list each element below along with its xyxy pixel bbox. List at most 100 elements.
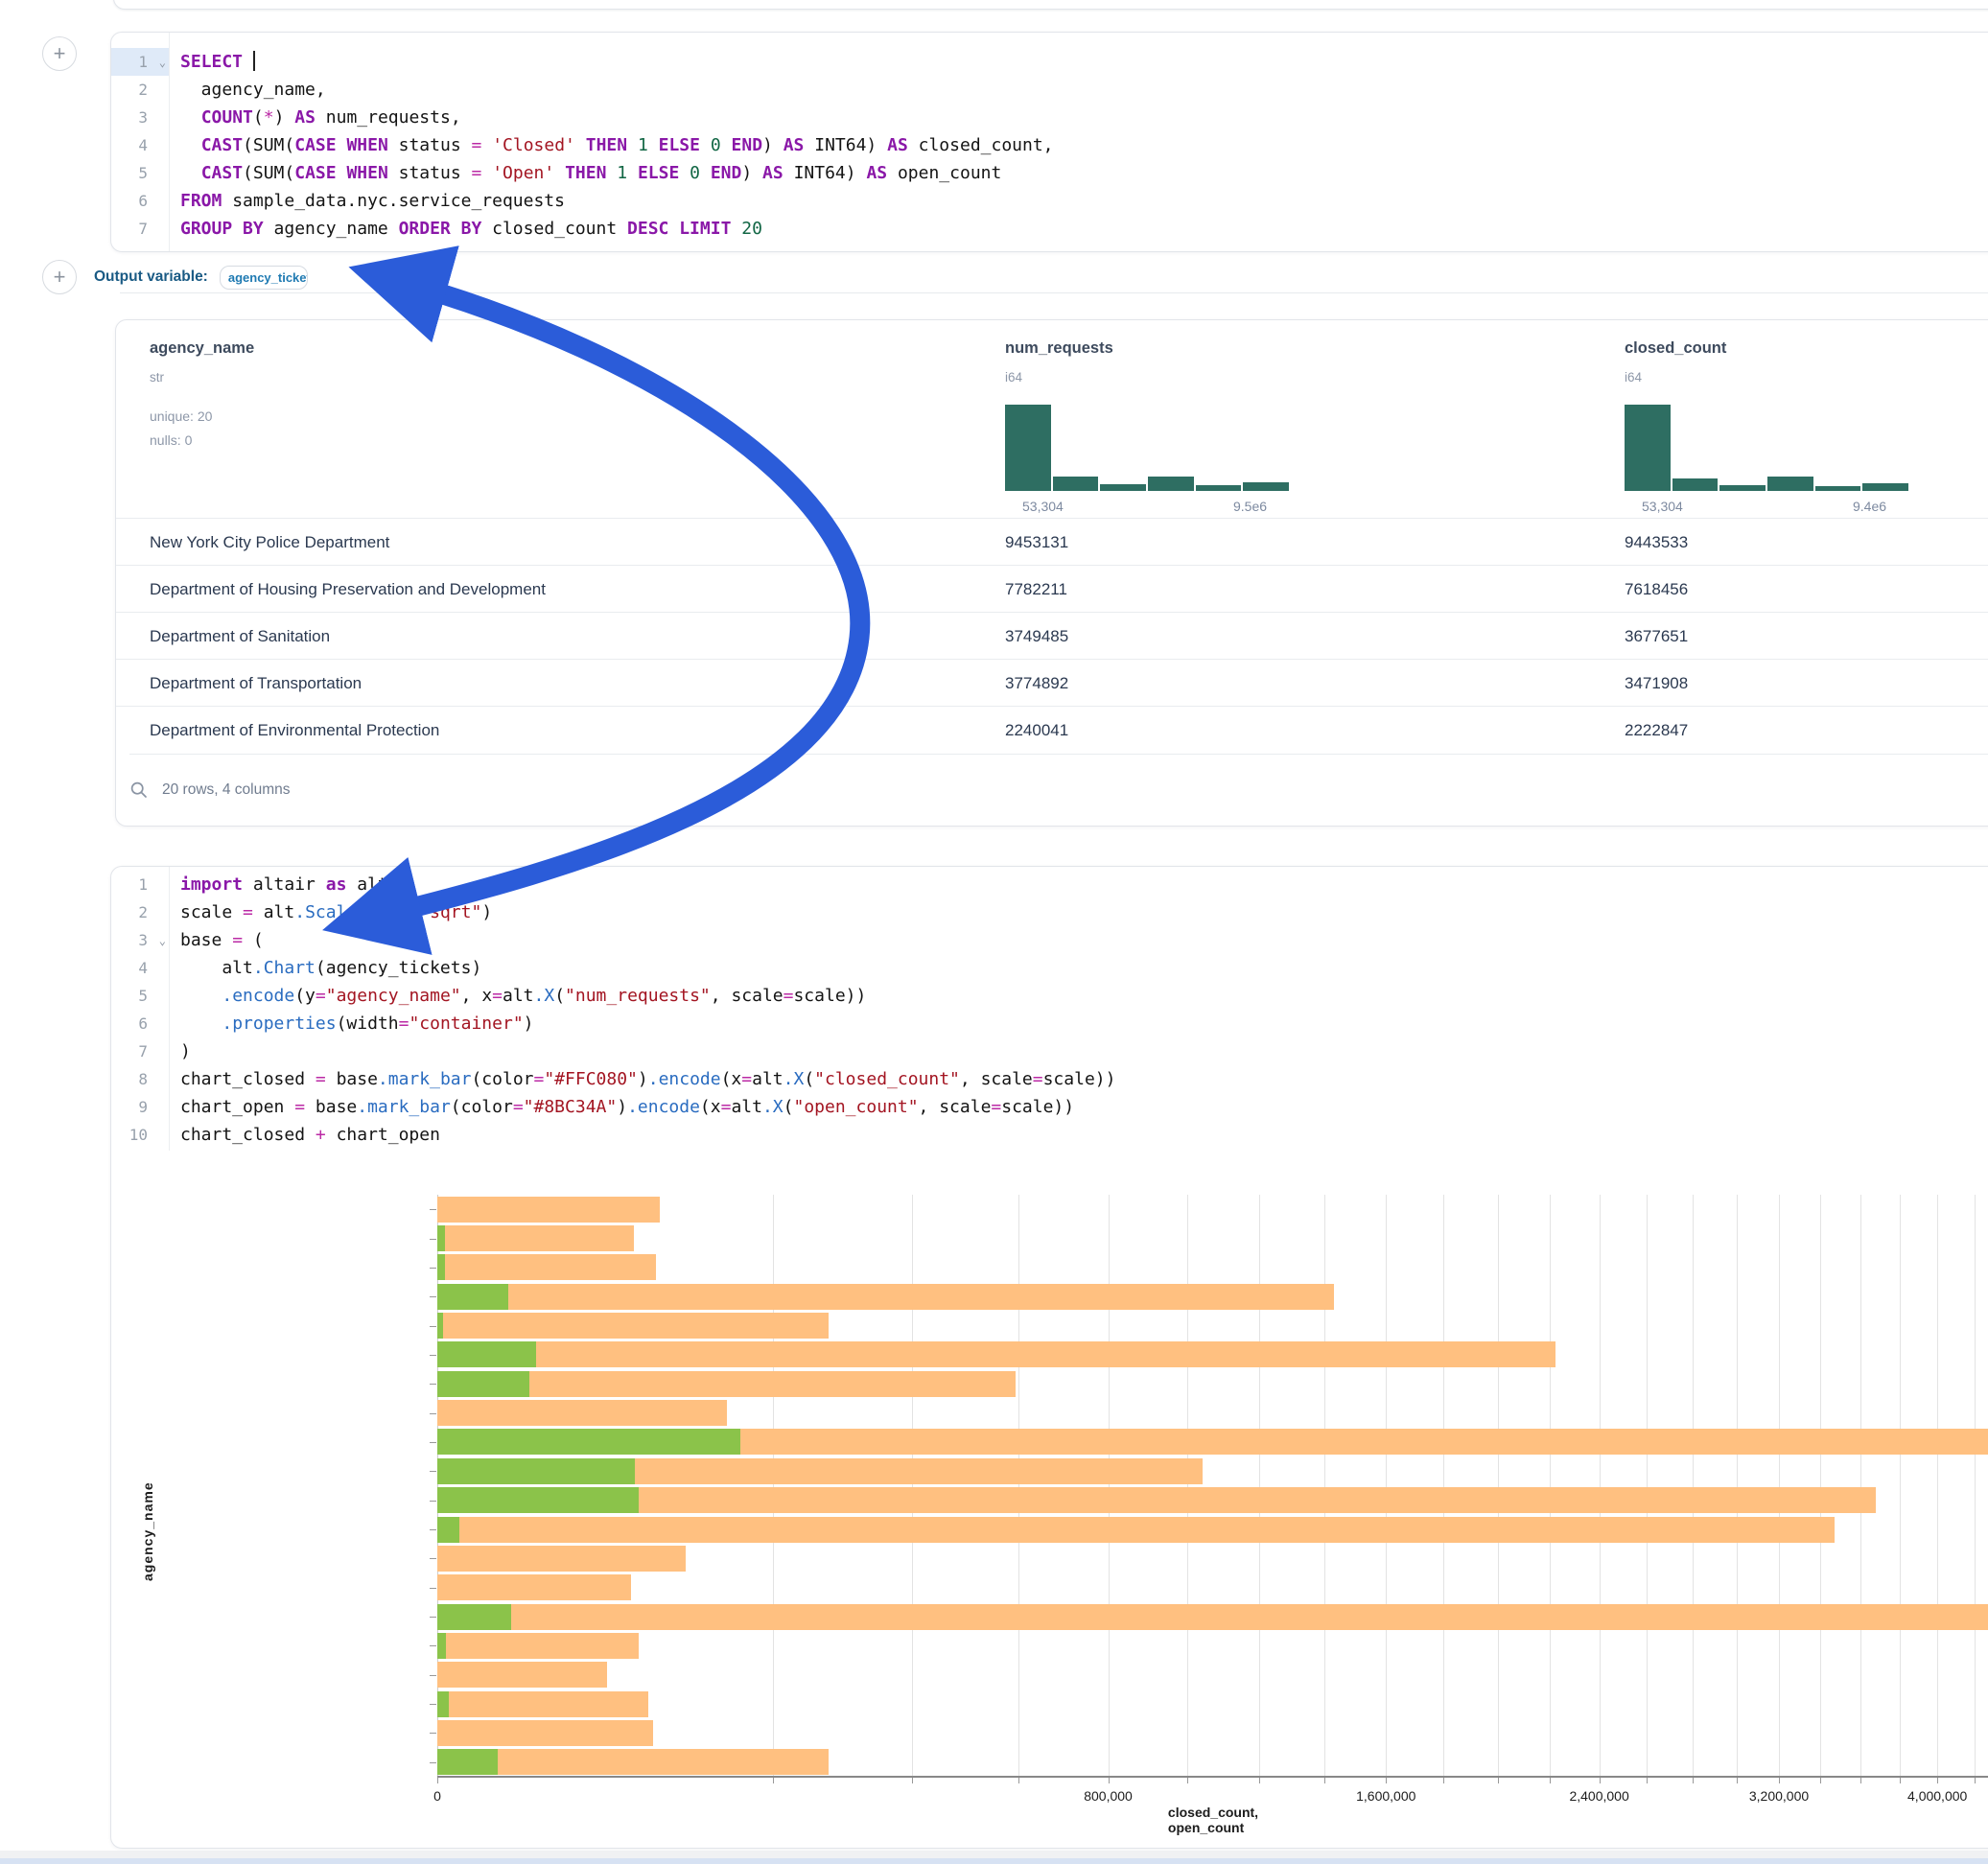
- bar-closed-count[interactable]: [437, 1633, 639, 1659]
- column-histogram[interactable]: [1625, 405, 1908, 491]
- python-code-editor[interactable]: 1import altair as alt2scale = alt.Scale(…: [111, 871, 1988, 1149]
- code-line[interactable]: 2scale = alt.Scale(type="sqrt"): [111, 898, 1988, 926]
- x-axis-tick-label: 0: [433, 1788, 441, 1804]
- table-row[interactable]: Department of Housing Preservation and D…: [116, 565, 1988, 613]
- bar-open-count[interactable]: [437, 1691, 449, 1717]
- table-cell: Department of Sanitation: [150, 613, 330, 660]
- gridline: [1109, 1195, 1110, 1777]
- bar-open-count[interactable]: [437, 1604, 511, 1630]
- table-row[interactable]: Department of Sanitation37494853677651: [116, 612, 1988, 660]
- column-stat: nulls: 0: [150, 432, 192, 448]
- bar-closed-count[interactable]: [437, 1662, 607, 1688]
- table-cell: Department of Housing Preservation and D…: [150, 566, 546, 613]
- gridline: [1324, 1195, 1325, 1777]
- add-cell-button-middle[interactable]: +: [42, 260, 77, 294]
- gridline: [1018, 1195, 1019, 1777]
- x-axis-tick: [1860, 1778, 1861, 1783]
- bar-open-count[interactable]: [437, 1517, 459, 1543]
- code-line[interactable]: 9chart_open = base.mark_bar(color="#8BC3…: [111, 1093, 1988, 1121]
- code-line[interactable]: 1import altair as alt: [111, 871, 1988, 898]
- bar-open-count[interactable]: [437, 1313, 443, 1339]
- code-line[interactable]: 1⌄SELECT: [111, 48, 1988, 76]
- chevron-down-icon[interactable]: ⌄: [159, 49, 166, 77]
- table-row[interactable]: Department of Transportation377489234719…: [116, 659, 1988, 707]
- gridline: [1550, 1195, 1551, 1777]
- chevron-down-icon[interactable]: ⌄: [159, 927, 166, 955]
- bar-open-count[interactable]: [437, 1749, 498, 1775]
- code-line[interactable]: 2 agency_name,: [111, 76, 1988, 104]
- bar-open-count[interactable]: [437, 1633, 446, 1659]
- code-line[interactable]: 3⌄base = (: [111, 926, 1988, 954]
- bar-closed-count[interactable]: [437, 1604, 1988, 1630]
- code-line[interactable]: 5 CAST(SUM(CASE WHEN status = 'Open' THE…: [111, 159, 1988, 187]
- bar-closed-count[interactable]: [437, 1546, 686, 1572]
- column-header[interactable]: agency_name: [150, 339, 254, 358]
- code-text: chart_open = base.mark_bar(color="#8BC34…: [169, 1093, 1074, 1121]
- table-cell: 3677651: [1625, 613, 1688, 660]
- column-histogram[interactable]: [1005, 405, 1289, 491]
- bar-open-count[interactable]: [437, 1225, 445, 1251]
- code-line[interactable]: 8chart_closed = base.mark_bar(color="#FF…: [111, 1065, 1988, 1093]
- bar-open-count[interactable]: [437, 1254, 445, 1280]
- y-axis-tick: [430, 1675, 436, 1676]
- code-text: CAST(SUM(CASE WHEN status = 'Closed' THE…: [169, 131, 1054, 159]
- bar-open-count[interactable]: [437, 1284, 508, 1310]
- bar-closed-count[interactable]: [437, 1400, 727, 1426]
- table-cell: 7782211: [1005, 566, 1067, 613]
- bar-closed-count[interactable]: [437, 1487, 1876, 1513]
- column-header[interactable]: num_requests: [1005, 339, 1113, 358]
- code-text: alt.Chart(agency_tickets): [169, 954, 481, 982]
- code-line[interactable]: 4 CAST(SUM(CASE WHEN status = 'Closed' T…: [111, 131, 1988, 159]
- table-cell: Department of Environmental Protection: [150, 707, 439, 754]
- add-cell-highlight-strip[interactable]: [0, 1858, 1988, 1864]
- bar-closed-count[interactable]: [437, 1197, 660, 1223]
- code-line[interactable]: 7GROUP BY agency_name ORDER BY closed_co…: [111, 215, 1988, 243]
- y-axis-tick: [430, 1296, 436, 1297]
- code-line[interactable]: 7): [111, 1037, 1988, 1065]
- gridline: [1860, 1195, 1861, 1777]
- bar-closed-count[interactable]: [437, 1574, 631, 1600]
- bar-closed-count[interactable]: [437, 1341, 1555, 1367]
- bar-closed-count[interactable]: [437, 1517, 1835, 1543]
- code-line[interactable]: 5 .encode(y="agency_name", x=alt.X("num_…: [111, 982, 1988, 1010]
- code-line[interactable]: 3 COUNT(*) AS num_requests,: [111, 104, 1988, 131]
- line-number: 8: [111, 1065, 169, 1093]
- column-header[interactable]: closed_count: [1625, 339, 1726, 358]
- sql-code-editor[interactable]: 1⌄SELECT 2 agency_name,3 COUNT(*) AS num…: [111, 48, 1988, 243]
- previous-cell-bottom-edge: [113, 0, 1988, 10]
- bar-closed-count[interactable]: [437, 1225, 634, 1251]
- bar-closed-count[interactable]: [437, 1284, 1334, 1310]
- code-line[interactable]: 6FROM sample_data.nyc.service_requests: [111, 187, 1988, 215]
- bar-closed-count[interactable]: [437, 1720, 653, 1746]
- output-variable-badge[interactable]: agency_tickets: [220, 266, 308, 290]
- bar-open-count[interactable]: [437, 1458, 635, 1484]
- code-line[interactable]: 10chart_closed + chart_open: [111, 1121, 1988, 1149]
- bar-closed-count[interactable]: [437, 1691, 648, 1717]
- bar-open-count[interactable]: [437, 1371, 529, 1397]
- sql-cell-card: 1⌄SELECT 2 agency_name,3 COUNT(*) AS num…: [110, 32, 1988, 252]
- search-icon[interactable]: [129, 781, 149, 800]
- bar-closed-count[interactable]: [437, 1313, 829, 1339]
- page-bottom-gap: [0, 1851, 1988, 1858]
- x-axis-tick-label: 2,400,000: [1569, 1788, 1628, 1804]
- code-line[interactable]: 4 alt.Chart(agency_tickets): [111, 954, 1988, 982]
- y-axis-tick: [430, 1704, 436, 1705]
- bar-open-count[interactable]: [437, 1341, 536, 1367]
- y-axis-tick: [430, 1239, 436, 1240]
- table-row[interactable]: New York City Police Department945313194…: [116, 518, 1988, 566]
- table-row[interactable]: Department of Environmental Protection22…: [116, 706, 1988, 754]
- bar-closed-count[interactable]: [437, 1254, 656, 1280]
- code-text: base = (: [169, 926, 264, 954]
- bar-open-count[interactable]: [437, 1429, 740, 1455]
- add-cell-button-top[interactable]: +: [42, 36, 77, 71]
- code-text: SELECT: [169, 48, 255, 76]
- notebook-page: + 1⌄SELECT 2 agency_name,3 COUNT(*) AS n…: [0, 0, 1988, 1864]
- results-table-card: agency_namestrunique: 20nulls: 0num_requ…: [115, 319, 1988, 827]
- table-cell: 9443533: [1625, 519, 1688, 566]
- output-variable-row: Output variable: agency_tickets: [94, 261, 308, 293]
- code-text: agency_name,: [169, 76, 326, 104]
- y-axis-tick: [430, 1733, 436, 1734]
- y-axis-tick: [430, 1384, 436, 1385]
- bar-open-count[interactable]: [437, 1487, 639, 1513]
- code-line[interactable]: 6 .properties(width="container"): [111, 1010, 1988, 1037]
